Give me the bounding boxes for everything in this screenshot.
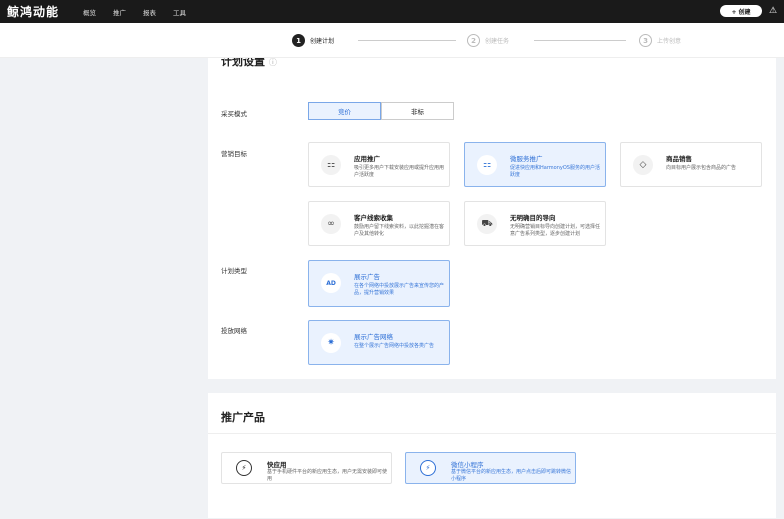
step-create-plan: 1 创建计划 [292,34,334,47]
goal-desc: 鼓励用户留下线索资料，以此挖掘潜在客户及其他转化 [354,224,445,237]
goal-desc: 促进快应用和HarmonyOS服务的用户活跃度 [510,165,600,178]
purchase-option-nonstandard[interactable]: 非标 [381,102,454,120]
product-card-quick-app[interactable]: ⚡ 快应用 基于手机硬件平台的新应用生态，用户无需安装即可使用 [221,452,392,484]
product-desc: 基于手机硬件平台的新应用生态，用户无需安装即可使用 [267,469,388,482]
section-title: 推广产品 [221,411,265,424]
goal-title: 客户线索收集 [354,214,393,222]
goal-card-microservice[interactable]: ⚏ 微服务推广 促进快应用和HarmonyOS服务的用户活跃度 [464,142,606,187]
goal-desc: 向目标用户展示包含商品的广告 [666,165,737,171]
goal-card-app-promotion[interactable]: ⚏ 应用推广 吸引更多用户下载安装应用或提升应用用户活跃度 [308,142,450,187]
box-icon: ⛟ [477,214,497,234]
network-display-ad[interactable]: ✷ 展示广告网络 在整个展示广告网络中投放各类广告 [308,320,450,365]
service-grid-icon: ⚏ [477,155,497,175]
step-label: 创建任务 [485,38,510,45]
step-number: 2 [467,34,480,47]
purchase-option-bidding[interactable]: 竞价 [308,102,381,120]
product-card-wechat-mini[interactable]: ⚡ 微信小程序 基于微信平台的新应用生态，用户点击后即可跳转微信小程序 [405,452,576,484]
network-icon: ✷ [321,333,341,353]
step-create-task: 2 创建任务 [467,34,509,47]
plan-type-desc: 在各个网络中投放展示广告来宣传您的产品，提升营销效果 [354,283,445,296]
warning-icon[interactable]: ⚠ [767,5,779,17]
plan-type-display-ad[interactable]: AD 展示广告 在各个网络中投放展示广告来宣传您的产品，提升营销效果 [308,260,450,307]
purchase-mode-toggle: 竞价 非标 [308,102,454,120]
goal-title: 无明确目的导向 [510,214,556,222]
product-title: 快应用 [267,461,287,469]
wechat-mini-icon: ⚡ [420,460,436,476]
goal-card-lead-collection[interactable]: ∞ 客户线索收集 鼓励用户留下线索资料，以此挖掘潜在客户及其他转化 [308,201,450,246]
app-logo[interactable]: 鲸鸿动能 [7,3,59,20]
product-desc: 基于微信平台的新应用生态，用户点击后即可跳转微信小程序 [451,469,572,482]
network-title: 展示广告网络 [354,333,393,341]
promoted-product-panel: 推广产品 ⚡ 快应用 基于手机硬件平台的新应用生态，用户无需安装即可使用 ⚡ 微… [208,393,776,518]
main-nav: 概览 推广 报表 工具 [83,7,203,17]
marketing-goal-label: 营销目标 [221,150,247,158]
product-title: 微信小程序 [451,461,484,469]
goal-desc: 无明确营销目标导向创建计划，可选择任意广告系列类型，逐步创建计划 [510,224,601,237]
step-number: 1 [292,34,305,47]
goal-title: 应用推广 [354,155,380,163]
purchase-mode-label: 采买模式 [221,110,247,118]
network-desc: 在整个展示广告网络中投放各类广告 [354,343,435,349]
goal-title: 商品销售 [666,155,692,163]
tag-icon: ◇ [633,155,653,175]
section-title: 计划设置 ⓘ [221,58,277,69]
step-upload-creative: 3 上传创意 [639,34,681,47]
nav-item-reports[interactable]: 报表 [143,7,156,17]
app-grid-icon: ⚏ [321,155,341,175]
step-number: 3 [639,34,652,47]
ad-icon: AD [321,273,341,293]
create-button[interactable]: + 创建 [720,5,762,17]
step-progress: 1 创建计划 2 创建任务 3 上传创意 [0,23,784,58]
step-label: 创建计划 [310,38,335,45]
plan-type-label: 计划类型 [221,267,247,275]
section-title-text: 计划设置 [221,58,265,68]
info-icon[interactable]: ⓘ [269,58,277,67]
goal-desc: 吸引更多用户下载安装应用或提升应用用户活跃度 [354,165,445,178]
divider [208,433,776,434]
nav-item-tools[interactable]: 工具 [173,7,186,17]
step-connector [534,40,626,41]
top-navbar: 鲸鸿动能 概览 推广 报表 工具 + 创建 ⚠ [0,0,784,23]
nav-item-overview[interactable]: 概览 [83,7,96,17]
step-connector [358,40,456,41]
goal-card-product-sales[interactable]: ◇ 商品销售 向目标用户展示包含商品的广告 [620,142,762,187]
network-label: 投放网络 [221,327,247,335]
goal-card-no-objective[interactable]: ⛟ 无明确目的导向 无明确营销目标导向创建计划，可选择任意广告系列类型，逐步创建… [464,201,606,246]
leads-icon: ∞ [321,214,341,234]
quick-app-icon: ⚡ [236,460,252,476]
plan-type-title: 展示广告 [354,273,380,281]
nav-item-promotion[interactable]: 推广 [113,7,126,17]
plan-settings-panel: 计划设置 ⓘ 采买模式 竞价 非标 营销目标 ⚏ 应用推广 吸引更多用户下载安装… [208,58,776,379]
goal-title: 微服务推广 [510,155,543,163]
step-label: 上传创意 [657,38,682,45]
